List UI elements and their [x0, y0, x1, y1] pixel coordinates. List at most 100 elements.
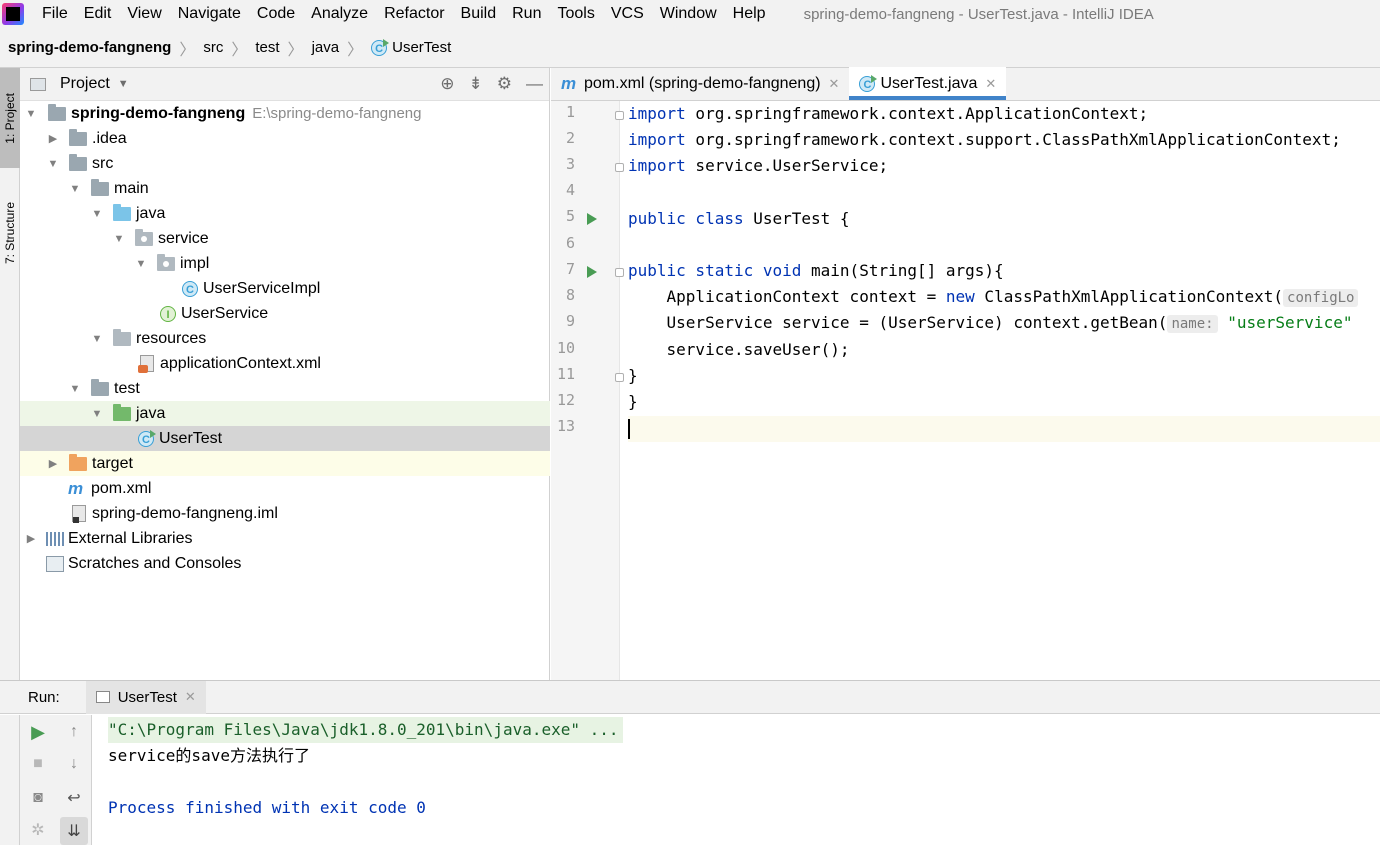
breadcrumb-project[interactable]: spring-demo-fangneng	[8, 39, 171, 56]
expand-arrow-icon[interactable]: ▼	[46, 158, 60, 170]
tab-label: UserTest.java	[880, 74, 978, 92]
line-number: 12	[556, 391, 575, 409]
console-command-line[interactable]: "C:\Program Files\Java\jdk1.8.0_201\bin\…	[108, 717, 623, 743]
menu-tools[interactable]: Tools	[549, 0, 602, 28]
close-icon[interactable]: ✕	[985, 76, 996, 92]
tree-item-idea[interactable]: ▶ .idea	[20, 126, 550, 151]
tab-usertest-java[interactable]: C UserTest.java ✕	[849, 67, 1007, 100]
tree-item-src[interactable]: ▼ src	[20, 151, 550, 176]
expand-arrow-icon[interactable]: ▼	[134, 258, 148, 270]
menu-vcs[interactable]: VCS	[603, 0, 652, 28]
locate-icon[interactable]: ⊕	[440, 74, 454, 94]
tool-tab-project[interactable]: 1: Project	[0, 68, 20, 168]
fold-marker-icon[interactable]	[615, 111, 624, 120]
expand-arrow-icon[interactable]: ▼	[112, 233, 126, 245]
scroll-up-icon[interactable]: ↑	[63, 721, 85, 743]
project-tree: ▼ spring-demo-fangneng E:\spring-demo-fa…	[20, 101, 550, 576]
camera-icon[interactable]: ◙	[27, 787, 49, 809]
menu-refactor[interactable]: Refactor	[376, 0, 452, 28]
scroll-down-icon[interactable]: ↓	[63, 753, 85, 775]
tree-item-applicationcontext-xml[interactable]: applicationContext.xml	[20, 351, 550, 376]
console-output[interactable]: "C:\Program Files\Java\jdk1.8.0_201\bin\…	[108, 717, 1380, 821]
tree-item-userservice[interactable]: I UserService	[20, 301, 550, 326]
resources-folder-icon	[113, 328, 131, 346]
folder-icon	[91, 178, 109, 196]
menu-code[interactable]: Code	[249, 0, 303, 28]
menu-help[interactable]: Help	[725, 0, 774, 28]
current-line-highlight	[628, 416, 1380, 442]
gear-icon[interactable]: ⚙	[497, 74, 512, 94]
tree-item-label: java	[136, 404, 166, 422]
tree-item-service[interactable]: ▼ service	[20, 226, 550, 251]
tree-item-target[interactable]: ▶ target	[20, 451, 550, 476]
tree-item-project-root[interactable]: ▼ spring-demo-fangneng E:\spring-demo-fa…	[20, 101, 550, 126]
chevron-down-icon[interactable]: ▼	[118, 78, 129, 90]
left-tool-strip: 1: Project 7: Structure	[0, 68, 20, 680]
expand-arrow-icon[interactable]: ▼	[68, 183, 82, 195]
line-number: 8	[565, 286, 575, 304]
menu-build[interactable]: Build	[453, 0, 505, 28]
menu-window[interactable]: Window	[652, 0, 725, 28]
run-panel-header: Run: UserTest ✕	[0, 680, 1380, 714]
tree-item-external-libraries[interactable]: ▶ External Libraries	[20, 526, 550, 551]
breadcrumb: spring-demo-fangneng 〉 src 〉 test 〉 java…	[0, 28, 1380, 68]
tree-item-resources[interactable]: ▼ resources	[20, 326, 550, 351]
tree-item-usertest[interactable]: C UserTest	[20, 426, 550, 451]
run-gutter-icon[interactable]	[587, 213, 597, 225]
soft-wrap-icon[interactable]: ↩	[63, 787, 85, 809]
code-line-5: public class UserTest {	[628, 209, 850, 228]
rerun-icon[interactable]: ▶	[27, 721, 49, 743]
tool-tab-structure[interactable]: 7: Structure	[0, 178, 20, 288]
breadcrumb-usertest[interactable]: UserTest	[392, 39, 451, 56]
editor-tab-bar: m pom.xml (spring-demo-fangneng) ✕ C Use…	[551, 67, 1380, 101]
scroll-to-end-icon[interactable]: ⇊	[60, 817, 88, 845]
expand-arrow-icon[interactable]: ▼	[68, 383, 82, 395]
menu-analyze[interactable]: Analyze	[303, 0, 376, 28]
tree-item-main-java[interactable]: ▼ java	[20, 201, 550, 226]
collapse-arrow-icon[interactable]: ▶	[46, 457, 60, 470]
tree-item-main[interactable]: ▼ main	[20, 176, 550, 201]
stop-icon[interactable]: ■	[27, 753, 49, 775]
class-icon: C	[182, 280, 198, 297]
tree-item-impl[interactable]: ▼ impl	[20, 251, 550, 276]
breadcrumb-test[interactable]: test	[255, 39, 279, 56]
line-number: 4	[565, 181, 575, 199]
breadcrumb-src[interactable]: src	[203, 39, 223, 56]
code-area[interactable]: import org.springframework.context.Appli…	[628, 101, 1380, 680]
fold-marker-icon[interactable]	[615, 268, 624, 277]
tree-item-userserviceimpl[interactable]: C UserServiceImpl	[20, 276, 550, 301]
expand-arrow-icon[interactable]: ▼	[90, 333, 104, 345]
menu-view[interactable]: View	[119, 0, 169, 28]
breadcrumb-java[interactable]: java	[312, 39, 340, 56]
close-icon[interactable]: ✕	[829, 76, 840, 92]
tree-item-iml[interactable]: spring-demo-fangneng.iml	[20, 501, 550, 526]
settings-icon[interactable]: ✲	[27, 819, 49, 841]
tree-item-pom-xml[interactable]: m pom.xml	[20, 476, 550, 501]
tree-item-label: impl	[180, 254, 210, 272]
expand-arrow-icon[interactable]: ▼	[90, 208, 104, 220]
fold-marker-icon[interactable]	[615, 373, 624, 382]
close-icon[interactable]: ✕	[185, 689, 196, 705]
tree-item-scratches[interactable]: Scratches and Consoles	[20, 551, 550, 576]
run-gutter-icon[interactable]	[587, 266, 597, 278]
tab-pom-xml[interactable]: m pom.xml (spring-demo-fangneng) ✕	[551, 67, 849, 100]
tree-item-test-java[interactable]: ▼ java	[20, 401, 550, 426]
code-line-8: ApplicationContext context = new ClassPa…	[628, 284, 1359, 310]
collapse-arrow-icon[interactable]: ▶	[46, 132, 60, 145]
menu-edit[interactable]: Edit	[76, 0, 120, 28]
run-tab-usertest[interactable]: UserTest ✕	[85, 680, 206, 714]
tree-item-label: main	[114, 179, 149, 197]
expand-arrow-icon[interactable]: ▼	[24, 108, 38, 120]
fold-marker-icon[interactable]	[615, 163, 624, 172]
collapse-all-icon[interactable]: ⇟	[469, 74, 483, 94]
expand-arrow-icon[interactable]: ▼	[90, 408, 104, 420]
menu-run[interactable]: Run	[504, 0, 549, 28]
collapse-arrow-icon[interactable]: ▶	[24, 532, 38, 545]
menu-file[interactable]: File	[34, 0, 76, 28]
tree-item-label: applicationContext.xml	[160, 354, 321, 372]
menu-navigate[interactable]: Navigate	[170, 0, 249, 28]
tree-item-test[interactable]: ▼ test	[20, 376, 550, 401]
project-view-title[interactable]: Project	[60, 75, 110, 93]
line-number: 10	[556, 339, 575, 357]
minimize-icon[interactable]: —	[526, 74, 543, 94]
